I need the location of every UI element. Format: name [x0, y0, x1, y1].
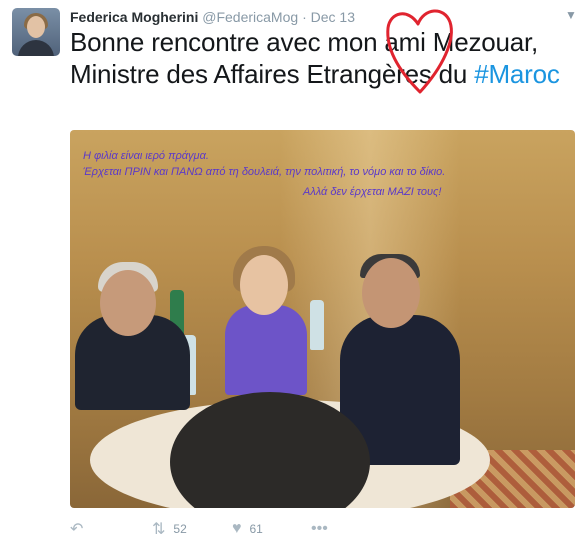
author-avatar[interactable]: [12, 8, 60, 56]
hand-drawn-heart-icon: [386, 9, 453, 94]
like-button[interactable]: ♥ 61: [232, 518, 263, 540]
tweet-header: Federica Mogherini @FedericaMog · Dec 13: [70, 8, 355, 26]
reply-icon: ↶: [70, 521, 84, 538]
retweet-icon: ⇅: [152, 521, 166, 538]
author-name[interactable]: Federica Mogherini: [70, 9, 198, 25]
hashtag-link[interactable]: #Maroc: [474, 59, 560, 89]
more-icon: •••: [311, 520, 328, 537]
photo-caption-line-2: Έρχεται ΠΡΙΝ και ΠΑΝΩ από τη δουλειά, τη…: [83, 166, 446, 178]
reply-button[interactable]: ↶: [70, 518, 91, 540]
more-button[interactable]: •••: [311, 518, 336, 540]
tweet-text: Bonne rencontre avec mon ami Mezouar, Mi…: [70, 26, 575, 90]
header-separator: ·: [302, 9, 307, 25]
photo-caption-line-3: Αλλά δεν έρχεται ΜΑΖΙ τους!: [303, 186, 442, 198]
tweet-photo[interactable]: Η φιλία είναι ιερό πράγμα. Έρχεται ΠΡΙΝ …: [70, 130, 575, 508]
like-count: 61: [249, 522, 263, 536]
retweet-count: 52: [173, 522, 187, 536]
heart-icon: ♥: [232, 520, 242, 537]
tweet-date[interactable]: Dec 13: [311, 9, 355, 25]
author-handle[interactable]: @FedericaMog: [202, 9, 298, 25]
retweet-button[interactable]: ⇅ 52: [152, 518, 187, 540]
chevron-down-icon[interactable]: ▼: [565, 8, 577, 22]
photo-caption-line-1: Η φιλία είναι ιερό πράγμα.: [83, 150, 209, 162]
tweet-text-body: Bonne rencontre avec mon ami Mezouar, Mi…: [70, 27, 539, 89]
